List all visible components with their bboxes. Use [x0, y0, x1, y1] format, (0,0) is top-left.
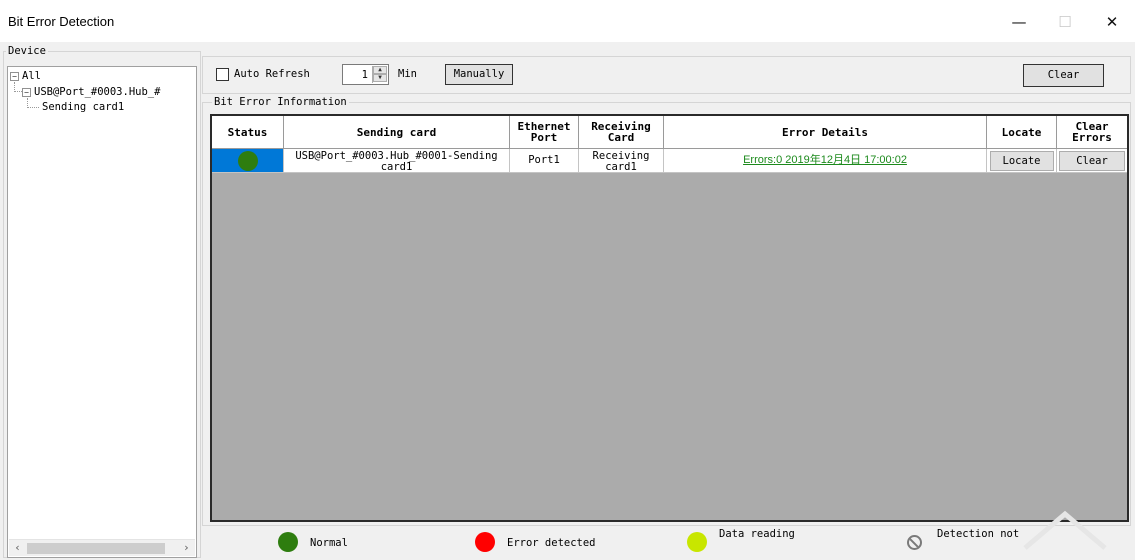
error-details-cell[interactable]: Errors:0 2019年12月4日 17:00:02 — [664, 149, 987, 173]
stepper-down-icon[interactable]: ▼ — [373, 74, 387, 82]
window-title: Bit Error Detection — [8, 14, 115, 29]
auto-refresh-label[interactable]: Auto Refresh — [234, 68, 310, 80]
tree-item-all[interactable]: − All — [10, 70, 41, 82]
legend-label: Data reading — [719, 528, 795, 540]
window-client-area: Device − All − USB@Port_#0003.Hub_# Sendin… — [0, 42, 1135, 560]
cell-line: card1 — [605, 161, 637, 173]
tree-connector — [27, 98, 39, 108]
locate-button[interactable]: Locate — [989, 150, 1054, 171]
header-line: Card — [607, 131, 635, 144]
scrollbar-thumb[interactable] — [27, 543, 165, 554]
clear-errors-cell: Clear — [1057, 149, 1127, 173]
error-status-icon — [475, 532, 495, 552]
tree-item-label: Sending card1 — [42, 101, 125, 113]
status-normal-icon — [237, 150, 258, 171]
manually-button[interactable]: Manually — [445, 64, 513, 85]
legend-label: Detection not — [937, 528, 1020, 540]
locate-cell: Locate — [987, 149, 1057, 173]
clear-errors-button[interactable]: Clear — [1059, 150, 1125, 171]
column-header-sending-card[interactable]: Sending card — [284, 116, 510, 148]
bit-error-group-label: Bit Error Information — [212, 96, 349, 108]
column-header-status[interactable]: Status — [212, 116, 284, 148]
tree-item-usb-port[interactable]: − USB@Port_#0003.Hub_# — [22, 86, 160, 98]
device-group-label: Device — [6, 45, 48, 57]
error-details-link[interactable]: Errors:0 2019年12月4日 17:00:02 — [743, 155, 907, 166]
stepper-buttons[interactable]: ▲ ▼ — [372, 66, 387, 83]
scroll-left-icon[interactable]: ‹ — [9, 540, 26, 557]
column-header-clear-errors[interactable]: Clear Errors — [1057, 116, 1127, 148]
close-button[interactable]: ✕ — [1089, 6, 1135, 38]
auto-refresh-checkbox[interactable] — [216, 68, 229, 81]
sending-card-cell[interactable]: USB@Port_#0003.Hub_#0001-Sending card1 — [284, 149, 510, 173]
refresh-interval-stepper[interactable]: 1 ▲ ▼ — [342, 64, 389, 85]
header-line: Port — [530, 131, 558, 144]
tree-item-label: All — [22, 70, 41, 82]
receiving-card-cell[interactable]: Receiving card1 — [579, 149, 664, 173]
header-line: Errors — [1072, 131, 1112, 144]
tree-horizontal-scrollbar[interactable]: ‹ › — [9, 539, 195, 556]
reading-status-icon — [687, 532, 707, 552]
column-header-receiving-card[interactable]: Receiving Card — [579, 116, 664, 148]
column-header-error-details[interactable]: Error Details — [664, 116, 987, 148]
grid-header: Status Sending card Ethernet Port Receiv… — [212, 116, 1127, 149]
title-bar: Bit Error Detection — ☐ ✕ — [0, 0, 1135, 42]
status-legend: Normal Error detected Data reading Detec… — [202, 528, 1131, 558]
device-tree[interactable]: − All − USB@Port_#0003.Hub_# Sending card1… — [7, 66, 197, 558]
prohibited-icon — [907, 535, 922, 550]
column-header-ethernet-port[interactable]: Ethernet Port — [510, 116, 579, 148]
normal-status-icon — [278, 532, 298, 552]
tree-item-sending-card[interactable]: Sending card1 — [42, 101, 124, 113]
cell-line: card1 — [380, 161, 413, 173]
interval-unit-label: Min — [398, 68, 417, 80]
tree-item-label: USB@Port_#0003.Hub_# — [34, 86, 161, 98]
collapse-icon[interactable]: − — [10, 71, 19, 81]
clear-button[interactable]: Clear — [1023, 64, 1104, 87]
collapse-icon[interactable]: − — [22, 87, 31, 97]
table-row[interactable]: USB@Port_#0003.Hub_#0001-Sending card1 P… — [212, 149, 1127, 173]
ethernet-port-cell[interactable]: Port1 — [510, 149, 579, 173]
minimize-button[interactable]: — — [996, 6, 1042, 38]
watermark-chevron-icon — [1023, 510, 1107, 550]
column-header-locate[interactable]: Locate — [987, 116, 1057, 148]
stepper-up-icon[interactable]: ▲ — [373, 66, 387, 74]
bit-error-grid[interactable]: Status Sending card Ethernet Port Receiv… — [210, 114, 1129, 522]
scroll-right-icon[interactable]: › — [178, 540, 195, 557]
refresh-interval-value[interactable]: 1 — [362, 69, 368, 81]
status-cell[interactable] — [212, 149, 284, 173]
legend-label: Normal — [310, 537, 348, 549]
toolbar-groupbox: Auto Refresh 1 ▲ ▼ Min Manually Clear — [202, 56, 1131, 94]
tree-connector — [14, 82, 22, 92]
maximize-button: ☐ — [1058, 13, 1072, 31]
legend-label: Error detected — [507, 537, 596, 549]
